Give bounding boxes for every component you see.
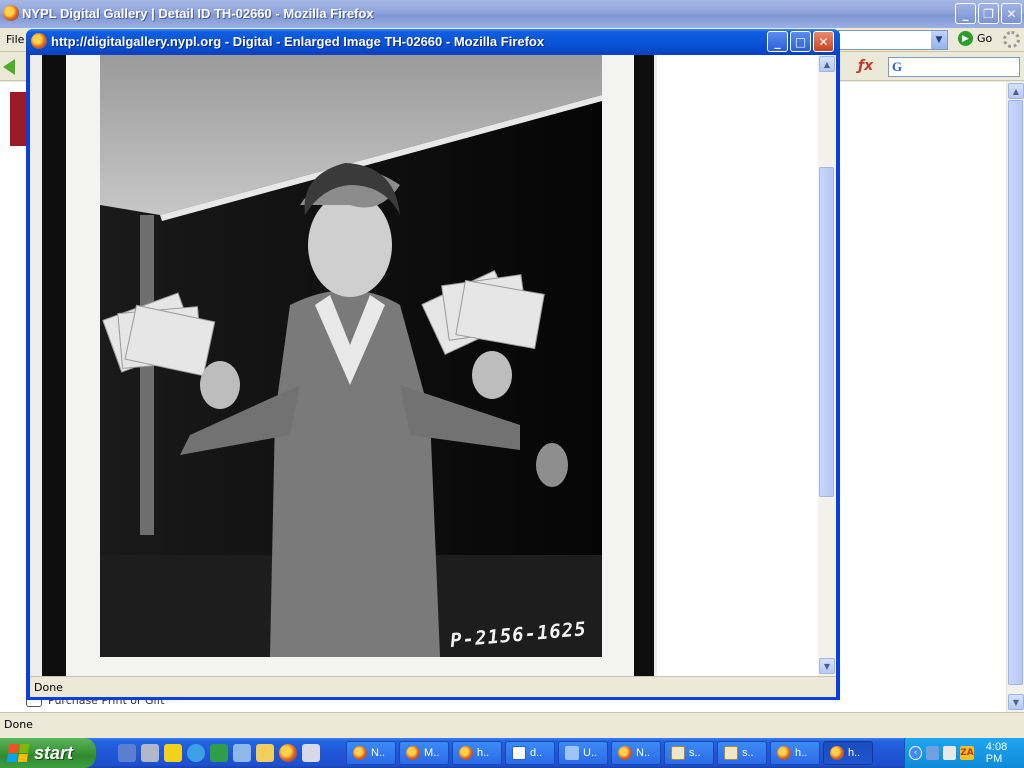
network-icon[interactable] <box>118 744 136 762</box>
taskbar-button-label: h.. <box>848 747 861 759</box>
spreadsheet-icon <box>724 746 738 760</box>
zonealarm-icon[interactable]: ZA <box>960 746 974 760</box>
excel-icon[interactable] <box>210 744 228 762</box>
taskbar-button-active[interactable]: h.. <box>823 741 873 765</box>
show-hidden-icons-chevron-icon[interactable]: ‹ <box>909 746 923 760</box>
taskbar-button[interactable]: M.. <box>399 741 449 765</box>
document-icon <box>565 746 579 760</box>
windows-logo-icon <box>6 744 30 762</box>
taskbar-button-label: s.. <box>689 747 701 759</box>
go-button[interactable]: ▶ Go <box>958 31 992 46</box>
taskbar-button-label: s.. <box>742 747 754 759</box>
internet-explorer-icon[interactable] <box>187 744 205 762</box>
firefox-icon <box>31 33 47 49</box>
minimize-button[interactable]: _ <box>767 31 788 52</box>
popup-window-title: http://digitalgallery.nypl.org - Digital… <box>51 34 545 49</box>
spreadsheet-icon <box>671 746 685 760</box>
folder-icon[interactable] <box>256 744 274 762</box>
taskbar-button[interactable]: s.. <box>664 741 714 765</box>
taskbar-clock[interactable]: 4:08 PM <box>986 741 1024 765</box>
document-icon[interactable] <box>233 744 251 762</box>
firefox-icon <box>406 746 420 760</box>
taskbar-button[interactable]: N.. <box>611 741 661 765</box>
taskbar-button[interactable]: h.. <box>770 741 820 765</box>
search-input[interactable]: G <box>888 57 1020 77</box>
google-search-icon[interactable]: G <box>892 59 908 75</box>
firefox-icon <box>777 746 791 760</box>
scroll-up-arrow-icon[interactable]: ▲ <box>1008 83 1024 99</box>
background-vertical-scrollbar[interactable]: ▲ ▼ <box>1006 82 1024 712</box>
firefox-icon[interactable] <box>279 744 297 762</box>
throbber-icon <box>1003 31 1020 48</box>
close-button[interactable]: ✕ <box>813 31 834 52</box>
taskbar: start N.. M.. h.. d.. U.. N.. s.. s.. h.… <box>0 738 1024 768</box>
firefox-icon <box>618 746 632 760</box>
minimize-button[interactable]: _ <box>955 3 976 24</box>
background-title-bar[interactable]: NYPL Digital Gallery | Detail ID TH-0266… <box>0 0 1024 28</box>
gallery-banner <box>10 92 26 146</box>
maximize-button[interactable]: □ <box>790 31 811 52</box>
start-label: start <box>34 742 74 763</box>
scroll-down-arrow-icon[interactable]: ▼ <box>819 658 835 674</box>
firefox-icon <box>3 5 19 21</box>
taskbar-button-label: M.. <box>424 747 440 759</box>
firefox-icon <box>459 746 473 760</box>
scroll-up-arrow-icon[interactable]: ▲ <box>819 56 835 72</box>
taskbar-button[interactable]: U.. <box>558 741 608 765</box>
system-tray: ‹ ZA 4:08 PM <box>904 738 1024 768</box>
firefox-icon <box>353 746 367 760</box>
quick-launch-bar <box>118 744 320 762</box>
enlarged-image-window: http://digitalgallery.nypl.org - Digital… <box>26 29 840 700</box>
media-player-icon[interactable] <box>302 744 320 762</box>
go-label: Go <box>977 32 993 45</box>
taskbar-button-label: N.. <box>636 747 651 759</box>
start-button[interactable]: start <box>0 738 96 768</box>
volume-icon[interactable] <box>943 746 957 760</box>
taskbar-button-label: U.. <box>583 747 598 759</box>
taskbar-button[interactable]: h.. <box>452 741 502 765</box>
scroll-down-arrow-icon[interactable]: ▼ <box>1008 694 1024 710</box>
taskbar-button[interactable]: s.. <box>717 741 767 765</box>
popup-title-bar[interactable]: http://digitalgallery.nypl.org - Digital… <box>26 29 840 55</box>
background-status-bar: Done <box>0 712 1024 736</box>
network-connection-icon[interactable] <box>926 746 940 760</box>
background-window-title: NYPL Digital Gallery | Detail ID TH-0266… <box>22 6 374 21</box>
background-status-text: Done <box>4 718 33 731</box>
popup-vertical-scrollbar[interactable]: ▲ ▼ <box>818 55 836 676</box>
chevron-down-icon[interactable]: ▼ <box>931 31 947 49</box>
firefox-icon <box>830 746 844 760</box>
menu-file[interactable]: File <box>6 33 24 46</box>
photograph-image <box>100 55 602 657</box>
scrollbar-thumb[interactable] <box>1008 100 1023 685</box>
messenger-icon[interactable] <box>164 744 182 762</box>
scrollbar-thumb[interactable] <box>819 167 834 497</box>
enlarged-photograph <box>100 55 602 657</box>
taskbar-button[interactable]: d.. <box>505 741 555 765</box>
back-arrow-icon[interactable] <box>3 59 15 75</box>
taskbar-button-label: N.. <box>371 747 386 759</box>
popup-status-bar: Done <box>30 676 836 697</box>
taskbar-button-label: h.. <box>795 747 808 759</box>
go-arrow-icon: ▶ <box>958 31 973 46</box>
photo-frame: P-2156-1625 <box>30 55 657 676</box>
taskbar-button-label: h.. <box>477 747 490 759</box>
noscript-icon[interactable]: ƒx <box>858 58 873 74</box>
popup-page-content: P-2156-1625 ▲ ▼ <box>30 55 836 676</box>
taskbar-button-label: d.. <box>530 747 543 759</box>
notepad-icon[interactable] <box>141 744 159 762</box>
close-button[interactable]: ✕ <box>1001 3 1022 24</box>
popup-status-text: Done <box>34 681 63 694</box>
word-icon <box>512 746 526 760</box>
restore-button[interactable]: ❐ <box>978 3 999 24</box>
taskbar-button[interactable]: N.. <box>346 741 396 765</box>
taskbar-buttons: N.. M.. h.. d.. U.. N.. s.. s.. h.. h.. <box>346 741 873 765</box>
url-history-dropdown[interactable]: ▼ <box>838 30 948 50</box>
